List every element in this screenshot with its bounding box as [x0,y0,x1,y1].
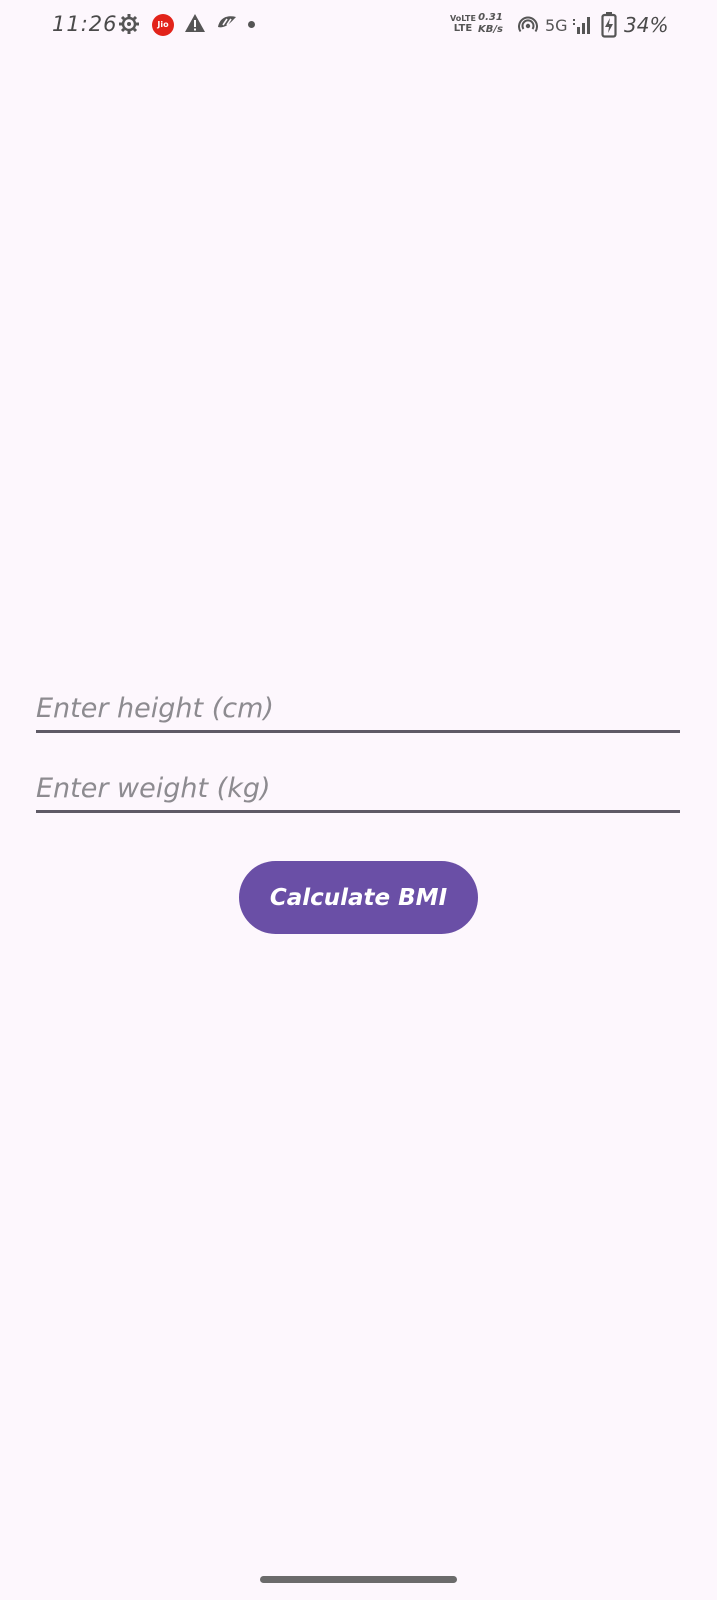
app-notification-icon [218,16,236,28]
lte-label: LTE [453,23,473,34]
dot-icon [248,21,255,28]
speed-unit: KB/s [478,24,503,35]
speed-value: 0.31 [478,12,503,23]
weight-field[interactable] [36,766,680,813]
volte-indicator: VoLTE LTE [450,14,476,34]
calculate-bmi-button[interactable]: Calculate BMI [239,861,478,934]
gear-icon [119,14,139,34]
warning-icon [185,14,205,32]
weight-input[interactable] [36,766,680,810]
screen: 11:26 Jio VoLTE LTE 0.31 KB/s 5G 34% Ent… [0,0,717,1600]
hotspot-icon [518,16,538,33]
height-input[interactable] [36,686,680,730]
battery-percent: 34% [624,13,669,37]
status-time: 11:26 [52,12,118,36]
home-indicator[interactable] [260,1576,457,1583]
status-bar: 11:26 Jio VoLTE LTE 0.31 KB/s 5G 34% [0,0,717,52]
signal-icon [573,17,590,34]
battery-icon [601,12,617,38]
jio-icon: Jio [152,14,174,36]
height-field[interactable] [36,686,680,733]
network-type: 5G [545,16,568,35]
network-speed: 0.31 KB/s [478,12,503,36]
